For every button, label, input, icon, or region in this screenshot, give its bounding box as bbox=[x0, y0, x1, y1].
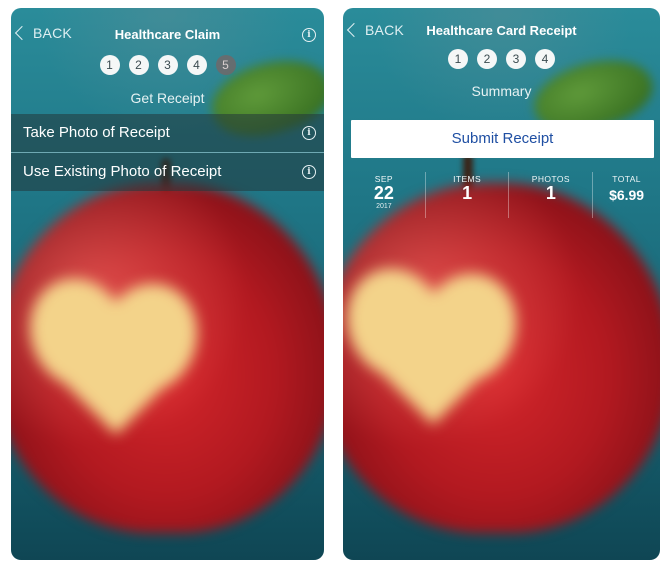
step-indicator: 1 2 3 4 bbox=[343, 49, 660, 69]
step-1: 1 bbox=[448, 49, 468, 69]
nav-bar: BACK Healthcare Claim i bbox=[11, 8, 324, 56]
healthcare-card-receipt-screen: BACK Healthcare Card Receipt 1 2 3 4 Sum… bbox=[343, 8, 660, 560]
take-photo-label: Take Photo of Receipt bbox=[23, 124, 170, 141]
heart-image bbox=[343, 255, 531, 428]
use-existing-photo-label: Use Existing Photo of Receipt bbox=[23, 163, 222, 180]
date-year: 2017 bbox=[376, 203, 392, 210]
total-value: $6.99 bbox=[609, 187, 645, 203]
photos-value: 1 bbox=[545, 183, 556, 203]
healthcare-claim-screen: BACK Healthcare Claim i 1 2 3 4 5 Get Re… bbox=[11, 8, 324, 560]
step-2: 2 bbox=[477, 49, 497, 69]
take-photo-option[interactable]: Take Photo of Receipt i bbox=[11, 114, 324, 152]
summary-items: ITEMS 1 bbox=[424, 172, 509, 218]
total-label: TOTAL bbox=[612, 174, 641, 184]
items-value: 1 bbox=[462, 183, 473, 203]
page-title: Healthcare Card Receipt bbox=[426, 23, 577, 38]
step-3: 3 bbox=[157, 55, 178, 75]
step-4: 4 bbox=[535, 49, 555, 69]
info-icon[interactable]: i bbox=[302, 28, 316, 42]
receipt-summary: SEP 22 2017 ITEMS 1 PHOTOS 1 TOTAL $6.99 bbox=[343, 172, 660, 218]
step-2: 2 bbox=[128, 55, 149, 75]
step-3: 3 bbox=[506, 49, 526, 69]
submit-receipt-button[interactable]: Submit Receipt bbox=[351, 120, 654, 158]
step-5: 5 bbox=[215, 55, 236, 75]
summary-total: TOTAL $6.99 bbox=[592, 172, 660, 218]
section-subtitle: Summary bbox=[471, 83, 532, 99]
date-day: 22 bbox=[373, 183, 394, 203]
summary-photos: PHOTOS 1 bbox=[508, 172, 592, 218]
summary-date: SEP 22 2017 bbox=[343, 172, 425, 218]
section-subtitle: Get Receipt bbox=[130, 90, 205, 106]
use-existing-photo-option[interactable]: Use Existing Photo of Receipt i bbox=[11, 153, 324, 191]
step-1: 1 bbox=[99, 55, 120, 75]
info-icon[interactable]: i bbox=[302, 126, 316, 140]
step-4: 4 bbox=[186, 55, 207, 75]
page-title: Healthcare Claim bbox=[114, 27, 221, 42]
step-indicator: 1 2 3 4 5 bbox=[11, 55, 324, 75]
info-icon[interactable]: i bbox=[302, 165, 316, 179]
heart-image bbox=[15, 265, 212, 438]
